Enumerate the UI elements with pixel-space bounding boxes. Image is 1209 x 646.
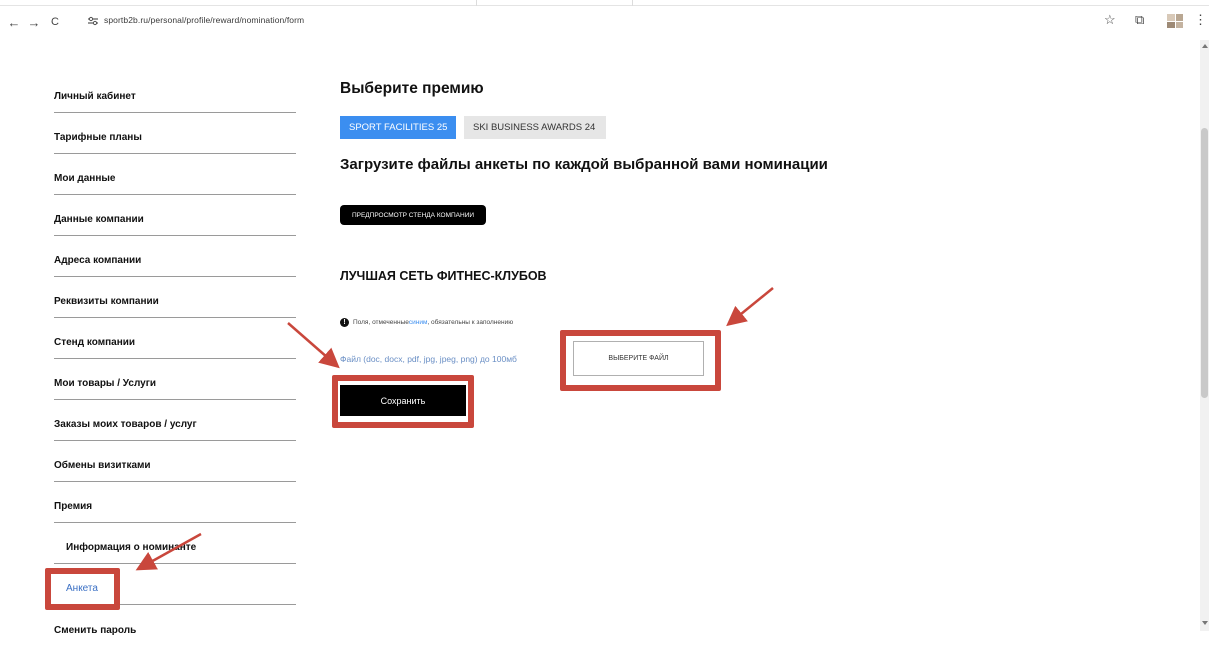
sidebar-item-label: Реквизиты компании	[54, 296, 159, 307]
note-prefix: Поля, отмеченные	[353, 319, 409, 326]
required-fields-note: ! Поля, отмеченные синим, обязательны к …	[340, 318, 513, 327]
bookmark-star-icon[interactable]: ☆	[1104, 12, 1116, 28]
sidebar-item-my-products[interactable]: Мои товары / Услуги	[54, 359, 296, 400]
site-settings-icon[interactable]	[87, 15, 99, 27]
nomination-title: ЛУЧШАЯ СЕТЬ ФИТНЕС-КЛУБОВ	[340, 269, 547, 283]
highlight-save-button	[332, 375, 474, 428]
info-icon: !	[340, 318, 349, 327]
tab-divider	[476, 0, 477, 6]
sidebar-item-award[interactable]: Премия	[54, 482, 296, 523]
tab-sport-facilities[interactable]: SPORT FACILITIES 25	[340, 116, 456, 139]
tab-divider	[632, 0, 633, 6]
browser-menu-icon[interactable]: ⋮	[1194, 12, 1207, 28]
sidebar-item-my-data[interactable]: Мои данные	[54, 154, 296, 195]
sidebar-item-label: Обмены визитками	[54, 460, 151, 471]
sidebar-item-card-exchanges[interactable]: Обмены визитками	[54, 441, 296, 482]
sidebar-item-company-data[interactable]: Данные компании	[54, 195, 296, 236]
sidebar-item-company-requisites[interactable]: Реквизиты компании	[54, 277, 296, 318]
note-blue-word: синим	[408, 319, 428, 326]
sidebar-item-company-stand[interactable]: Стенд компании	[54, 318, 296, 359]
sidebar-item-label: Информация о номинанте	[66, 542, 197, 553]
upload-heading: Загрузите файлы анкеты по каждой выбранн…	[340, 156, 828, 173]
sidebar-item-label: Стенд компании	[54, 337, 136, 348]
sidebar-item-tariff-plans[interactable]: Тарифные планы	[54, 113, 296, 154]
address-bar[interactable]: sportb2b.ru/personal/profile/reward/nomi…	[104, 15, 304, 25]
sidebar-item-change-password[interactable]: Сменить пароль	[54, 605, 296, 646]
sidebar-item-label: Премия	[54, 501, 93, 512]
sidebar-item-label: Заказы моих товаров / услуг	[54, 419, 197, 430]
tab-ski-business-awards[interactable]: SKI BUSINESS AWARDS 24	[464, 116, 606, 139]
page-title: Выберите премию	[340, 80, 484, 97]
sidebar-item-label: Мои товары / Услуги	[54, 378, 157, 389]
preview-stand-button[interactable]: ПРЕДПРОСМОТР СТЕНДА КОМПАНИИ	[340, 205, 486, 225]
back-icon[interactable]: ←	[6, 14, 22, 30]
highlight-file-button	[560, 330, 721, 391]
sidebar-item-product-orders[interactable]: Заказы моих товаров / услуг	[54, 400, 296, 441]
sidebar-item-nominee-info[interactable]: Информация о номинанте	[54, 523, 296, 564]
reload-icon[interactable]: C	[47, 14, 63, 30]
sidebar-item-label: Сменить пароль	[54, 624, 137, 636]
sidebar-item-label: Тарифные планы	[54, 132, 142, 143]
sidebar-item-label: Данные компании	[54, 214, 144, 225]
profile-sidebar: Личный кабинет Тарифные планы Мои данные…	[54, 72, 296, 646]
sidebar-item-label: Личный кабинет	[54, 91, 136, 102]
page-scrollbar[interactable]	[1200, 40, 1209, 631]
sidebar-item-personal-account[interactable]: Личный кабинет	[54, 72, 296, 113]
scrollbar-thumb[interactable]	[1201, 128, 1208, 398]
note-suffix: , обязательны к заполнению	[427, 319, 514, 326]
sidebar-item-company-addresses[interactable]: Адреса компании	[54, 236, 296, 277]
tab-strip	[0, 0, 1209, 6]
forward-icon[interactable]: →	[26, 14, 42, 30]
sidebar-item-label: Мои данные	[54, 173, 116, 184]
arrow-to-file	[726, 287, 774, 327]
scroll-down-icon[interactable]	[1202, 621, 1208, 625]
browser-toolbar: ← → C sportb2b.ru/personal/profile/rewar…	[0, 0, 1209, 40]
sidebar-item-label: Адреса компании	[54, 255, 142, 266]
extensions-icon[interactable]: ⧉	[1135, 12, 1144, 28]
profile-avatar[interactable]	[1167, 14, 1183, 28]
scroll-up-icon[interactable]	[1202, 44, 1208, 48]
file-field-label: Файл (doc, docx, pdf, jpg, jpeg, png) до…	[340, 354, 517, 364]
highlight-questionnaire	[45, 568, 120, 610]
